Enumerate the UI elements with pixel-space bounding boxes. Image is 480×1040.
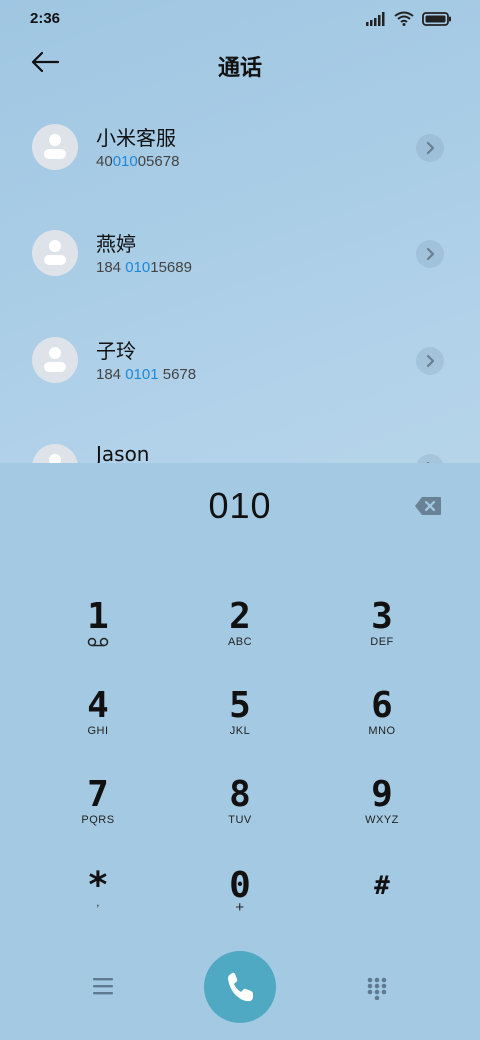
contact-name: 小米客服 bbox=[96, 126, 176, 150]
key-7[interactable]: 7 PQRS bbox=[38, 776, 158, 856]
bottom-bar bbox=[0, 940, 480, 1040]
contact-number: 184 01015689 bbox=[96, 259, 192, 276]
key-hash[interactable]: # bbox=[322, 867, 442, 947]
contact-row[interactable]: Jason bbox=[0, 420, 480, 464]
avatar bbox=[32, 444, 78, 464]
dialpad-toggle-button[interactable] bbox=[366, 976, 388, 1001]
contact-number: 4001005678 bbox=[96, 153, 180, 170]
contact-detail-button[interactable] bbox=[416, 240, 444, 268]
contact-row[interactable]: 小米客服 4001005678 bbox=[0, 100, 480, 200]
contact-name: 子玲 bbox=[96, 339, 136, 363]
key-0[interactable]: 0 + bbox=[180, 867, 300, 947]
avatar bbox=[32, 230, 78, 276]
backspace-button[interactable] bbox=[414, 496, 442, 516]
key-9[interactable]: 9 WXYZ bbox=[322, 776, 442, 856]
dialpad-icon bbox=[367, 977, 387, 1001]
page-title: 通话 bbox=[217, 56, 262, 81]
avatar bbox=[32, 337, 78, 383]
key-5[interactable]: 5 JKL bbox=[180, 687, 300, 767]
status-icons bbox=[366, 11, 452, 26]
contact-number: 184 0101 5678 bbox=[96, 366, 197, 383]
contact-detail-button[interactable] bbox=[416, 134, 444, 162]
chevron-right-icon bbox=[426, 247, 435, 261]
phone-icon bbox=[228, 972, 253, 1002]
key-1[interactable]: 1 bbox=[38, 598, 158, 678]
contact-row[interactable]: 子玲 184 0101 5678 bbox=[0, 313, 480, 413]
chevron-right-icon bbox=[426, 141, 435, 155]
contact-detail-button[interactable] bbox=[416, 347, 444, 375]
voicemail-icon bbox=[87, 637, 109, 647]
chevron-right-icon bbox=[426, 354, 435, 368]
key-3[interactable]: 3 DEF bbox=[322, 598, 442, 678]
key-4[interactable]: 4 GHI bbox=[38, 687, 158, 767]
signal-icon bbox=[366, 11, 385, 26]
menu-button[interactable] bbox=[90, 976, 116, 998]
status-time: 2:36 bbox=[30, 10, 61, 27]
key-6[interactable]: 6 MNO bbox=[322, 687, 442, 767]
key-2[interactable]: 2 ABC bbox=[180, 598, 300, 678]
contact-name: Jason bbox=[96, 442, 150, 464]
call-button[interactable] bbox=[204, 951, 276, 1023]
status-bar: 2:36 bbox=[0, 0, 480, 40]
contact-name: 燕婷 bbox=[96, 232, 136, 256]
avatar bbox=[32, 124, 78, 170]
header: 通话 bbox=[0, 40, 480, 90]
menu-icon bbox=[93, 978, 113, 995]
dialed-number: 010 bbox=[208, 485, 272, 526]
contact-list: 小米客服 4001005678 燕婷 184 01015689 子玲 184 0… bbox=[0, 100, 480, 464]
contact-row[interactable]: 燕婷 184 01015689 bbox=[0, 206, 480, 306]
wifi-icon bbox=[394, 11, 414, 26]
battery-icon bbox=[422, 11, 451, 26]
key-star[interactable]: * , bbox=[38, 867, 158, 947]
backspace-icon bbox=[415, 497, 441, 515]
key-8[interactable]: 8 TUV bbox=[180, 776, 300, 856]
